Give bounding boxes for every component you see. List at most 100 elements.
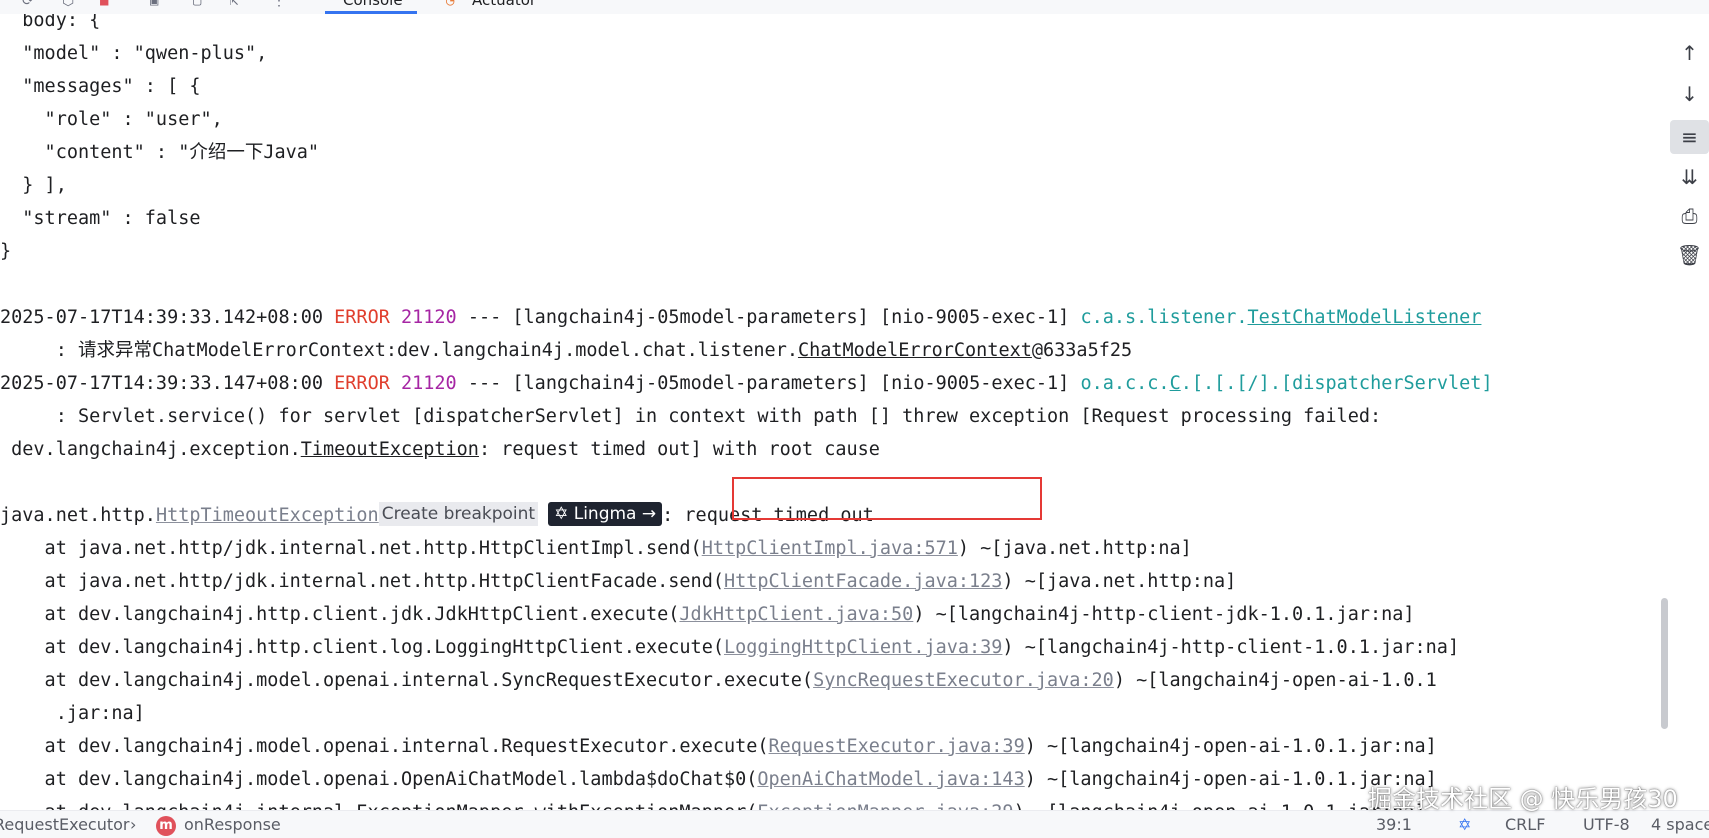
log-timestamp: 2025-07-17T14:39:33.142+08:00: [0, 307, 324, 328]
logger-link[interactable]: TestChatModelListener: [1248, 307, 1482, 328]
breadcrumb-class[interactable]: RequestExecutor: [0, 811, 130, 838]
method-badge: m: [156, 815, 176, 836]
log-entry-1-message: : 请求异常ChatModelErrorContext:dev.langchai…: [0, 334, 1132, 367]
tab-actuator[interactable]: Actuator: [472, 0, 536, 8]
scroll-up-icon[interactable]: ↑: [1670, 36, 1709, 70]
file-encoding[interactable]: UTF-8: [1583, 811, 1630, 838]
stack-frame-cont: .jar:na]: [0, 697, 145, 730]
log-logger: o.a.c.c.C.[.[.[/].[dispatcherServlet]: [1080, 373, 1492, 394]
lingma-button[interactable]: ✡ Lingma →: [548, 502, 663, 526]
console-output[interactable]: body: { "model" : "qwen-plus", "messages…: [0, 14, 1670, 810]
log-separator: ---: [456, 307, 513, 328]
class-link[interactable]: ChatModelErrorContext: [798, 340, 1032, 361]
stack-frame-text: at java.net.http/jdk.internal.net.http.H…: [0, 571, 724, 592]
log-app: [langchain4j-05model-parameters]: [512, 307, 869, 328]
stack-frame-suffix: ) ~[java.net.http:na]: [1002, 571, 1237, 592]
rerun-icon[interactable]: ⟳: [22, 0, 34, 8]
console-side-toolbar: ↑ ↓ ≡ ⇊ ⎙ 🗑: [1670, 14, 1709, 810]
log-thread: [nio-9005-exec-1]: [879, 373, 1070, 394]
stack-frame-suffix: ) ~[langchain4j-http-client-jdk-1.0.1.ja…: [913, 604, 1415, 625]
watermark: 掘金技术社区 @ 快乐男孩30: [1368, 785, 1678, 813]
breadcrumb-separator: ›: [130, 815, 137, 834]
lingma-label: Lingma: [573, 504, 637, 524]
source-link[interactable]: RequestExecutor.java:39: [769, 736, 1025, 757]
logger-link[interactable]: C: [1170, 373, 1181, 394]
stack-frame: at dev.langchain4j.model.openai.internal…: [0, 730, 1437, 763]
stop-icon[interactable]: ■: [100, 0, 108, 8]
log-message-suffix: : request timed out] with root cause: [478, 439, 880, 460]
print-icon[interactable]: ⎙: [1670, 199, 1709, 233]
source-link[interactable]: OpenAiChatModel.java:143: [757, 769, 1024, 790]
stack-frame-suffix: ) ~[java.net.http:na]: [957, 538, 1192, 559]
scroll-to-end-icon[interactable]: ⇊: [1670, 160, 1709, 194]
log-thread: [nio-9005-exec-1]: [879, 307, 1070, 328]
stack-frame-text: at dev.langchain4j.http.client.log.Loggi…: [0, 637, 724, 658]
more-icon[interactable]: ⋮: [272, 0, 286, 8]
source-link[interactable]: ExceptionMapper.java:29: [757, 802, 1013, 810]
log-timestamp: 2025-07-17T14:39:33.147+08:00: [0, 373, 324, 394]
lingma-icon: ✡: [554, 504, 569, 524]
stack-frame-text: at dev.langchain4j.internal.ExceptionMap…: [0, 802, 758, 810]
log-message: : 请求异常ChatModelErrorContext:dev.langchai…: [0, 340, 798, 361]
request-body-line: "model" : "qwen-plus",: [0, 43, 268, 64]
stack-frame-suffix: ) ~[langchain4j-open-ai-1.0.1.jar:na]: [1014, 802, 1426, 810]
log-app: [langchain4j-05model-parameters]: [512, 373, 869, 394]
debug-icon[interactable]: ⬡: [62, 0, 74, 8]
log-entry-2: 2025-07-17T14:39:33.147+08:00 ERROR 2112…: [0, 367, 1493, 400]
camera-icon[interactable]: ▣: [150, 0, 158, 8]
stack-frame-text: at java.net.http/jdk.internal.net.http.H…: [0, 538, 702, 559]
request-body-line: } ],: [0, 175, 67, 196]
tab-console[interactable]: Console: [343, 0, 403, 8]
soft-wrap-icon[interactable]: ≡: [1670, 120, 1709, 154]
scroll-down-icon[interactable]: ↓: [1670, 77, 1709, 111]
log-pid: 21120: [401, 307, 457, 328]
logger-suffix: .[.[.[/].[dispatcherServlet]: [1180, 373, 1493, 394]
source-link[interactable]: LoggingHttpClient.java:39: [724, 637, 1002, 658]
breadcrumb-method[interactable]: onResponse: [184, 811, 281, 838]
stack-frame: at dev.langchain4j.http.client.log.Loggi…: [0, 631, 1460, 664]
console-toolbar: ⟳ ⬡ ■ ▣ ▢ ⇱ ⋮ Console ◔ Actuator: [0, 0, 1709, 14]
exception-class-link[interactable]: HttpTimeoutException: [156, 505, 379, 526]
log-entry-2-message-cont: dev.langchain4j.exception.TimeoutExcepti…: [0, 433, 880, 466]
request-body-line: }: [0, 241, 12, 262]
stack-frame: at dev.langchain4j.model.openai.internal…: [0, 664, 1437, 697]
log-message-suffix: @633a5f25: [1031, 340, 1133, 361]
create-breakpoint-button[interactable]: Create breakpoint: [378, 502, 539, 526]
lingma-status-icon[interactable]: ✡: [1458, 811, 1471, 838]
source-link[interactable]: HttpClientImpl.java:571: [702, 538, 958, 559]
stack-frame: at dev.langchain4j.model.openai.OpenAiCh…: [0, 763, 1437, 796]
log-separator: ---: [456, 373, 513, 394]
request-body-line: "stream" : false: [0, 208, 201, 229]
source-link[interactable]: HttpClientFacade.java:123: [724, 571, 1002, 592]
stack-frame-suffix: ) ~[langchain4j-open-ai-1.0.1.jar:na]: [1024, 736, 1437, 757]
actuator-icon: ◔: [446, 0, 455, 9]
stack-frame-text: .jar:na]: [0, 703, 145, 724]
indent-setting[interactable]: 4 spaces: [1651, 811, 1709, 838]
request-body-line: "content" : "介绍一下Java": [0, 142, 320, 163]
log-message: dev.langchain4j.exception.: [0, 439, 301, 460]
stack-frame: at dev.langchain4j.http.client.jdk.JdkHt…: [0, 598, 1415, 631]
status-bar: RequestExecutor › m onResponse 39:1 ✡ CR…: [0, 810, 1709, 838]
logger-prefix: o.a.c.c.: [1080, 373, 1170, 394]
source-link[interactable]: SyncRequestExecutor.java:20: [813, 670, 1114, 691]
stack-frame-text: at dev.langchain4j.http.client.jdk.JdkHt…: [0, 604, 680, 625]
stack-frame: at java.net.http/jdk.internal.net.http.H…: [0, 565, 1237, 598]
request-body-line: body: {: [0, 14, 101, 31]
vertical-scrollbar[interactable]: [1661, 598, 1668, 729]
source-link[interactable]: JdkHttpClient.java:50: [679, 604, 913, 625]
class-link[interactable]: TimeoutException: [301, 439, 479, 460]
log-entry-1: 2025-07-17T14:39:33.142+08:00 ERROR 2112…: [0, 301, 1481, 334]
cursor-position[interactable]: 39:1: [1376, 811, 1412, 838]
stack-frame: at dev.langchain4j.internal.ExceptionMap…: [0, 796, 1426, 810]
line-separator[interactable]: CRLF: [1505, 811, 1545, 838]
method-icon: m: [156, 811, 176, 838]
export-icon[interactable]: ⇱: [230, 0, 238, 8]
highlight-box: [732, 477, 1042, 520]
stack-frame-text: at dev.langchain4j.model.openai.OpenAiCh…: [0, 769, 758, 790]
stack-frame-text: at dev.langchain4j.model.openai.internal…: [0, 736, 769, 757]
clear-icon[interactable]: 🗑: [1670, 238, 1709, 272]
arrow-right-icon: →: [641, 504, 657, 524]
layout-icon[interactable]: ▢: [193, 0, 201, 8]
stack-frame: at java.net.http/jdk.internal.net.http.H…: [0, 532, 1192, 565]
stack-frame-suffix: ) ~[langchain4j-http-client-1.0.1.jar:na…: [1002, 637, 1460, 658]
